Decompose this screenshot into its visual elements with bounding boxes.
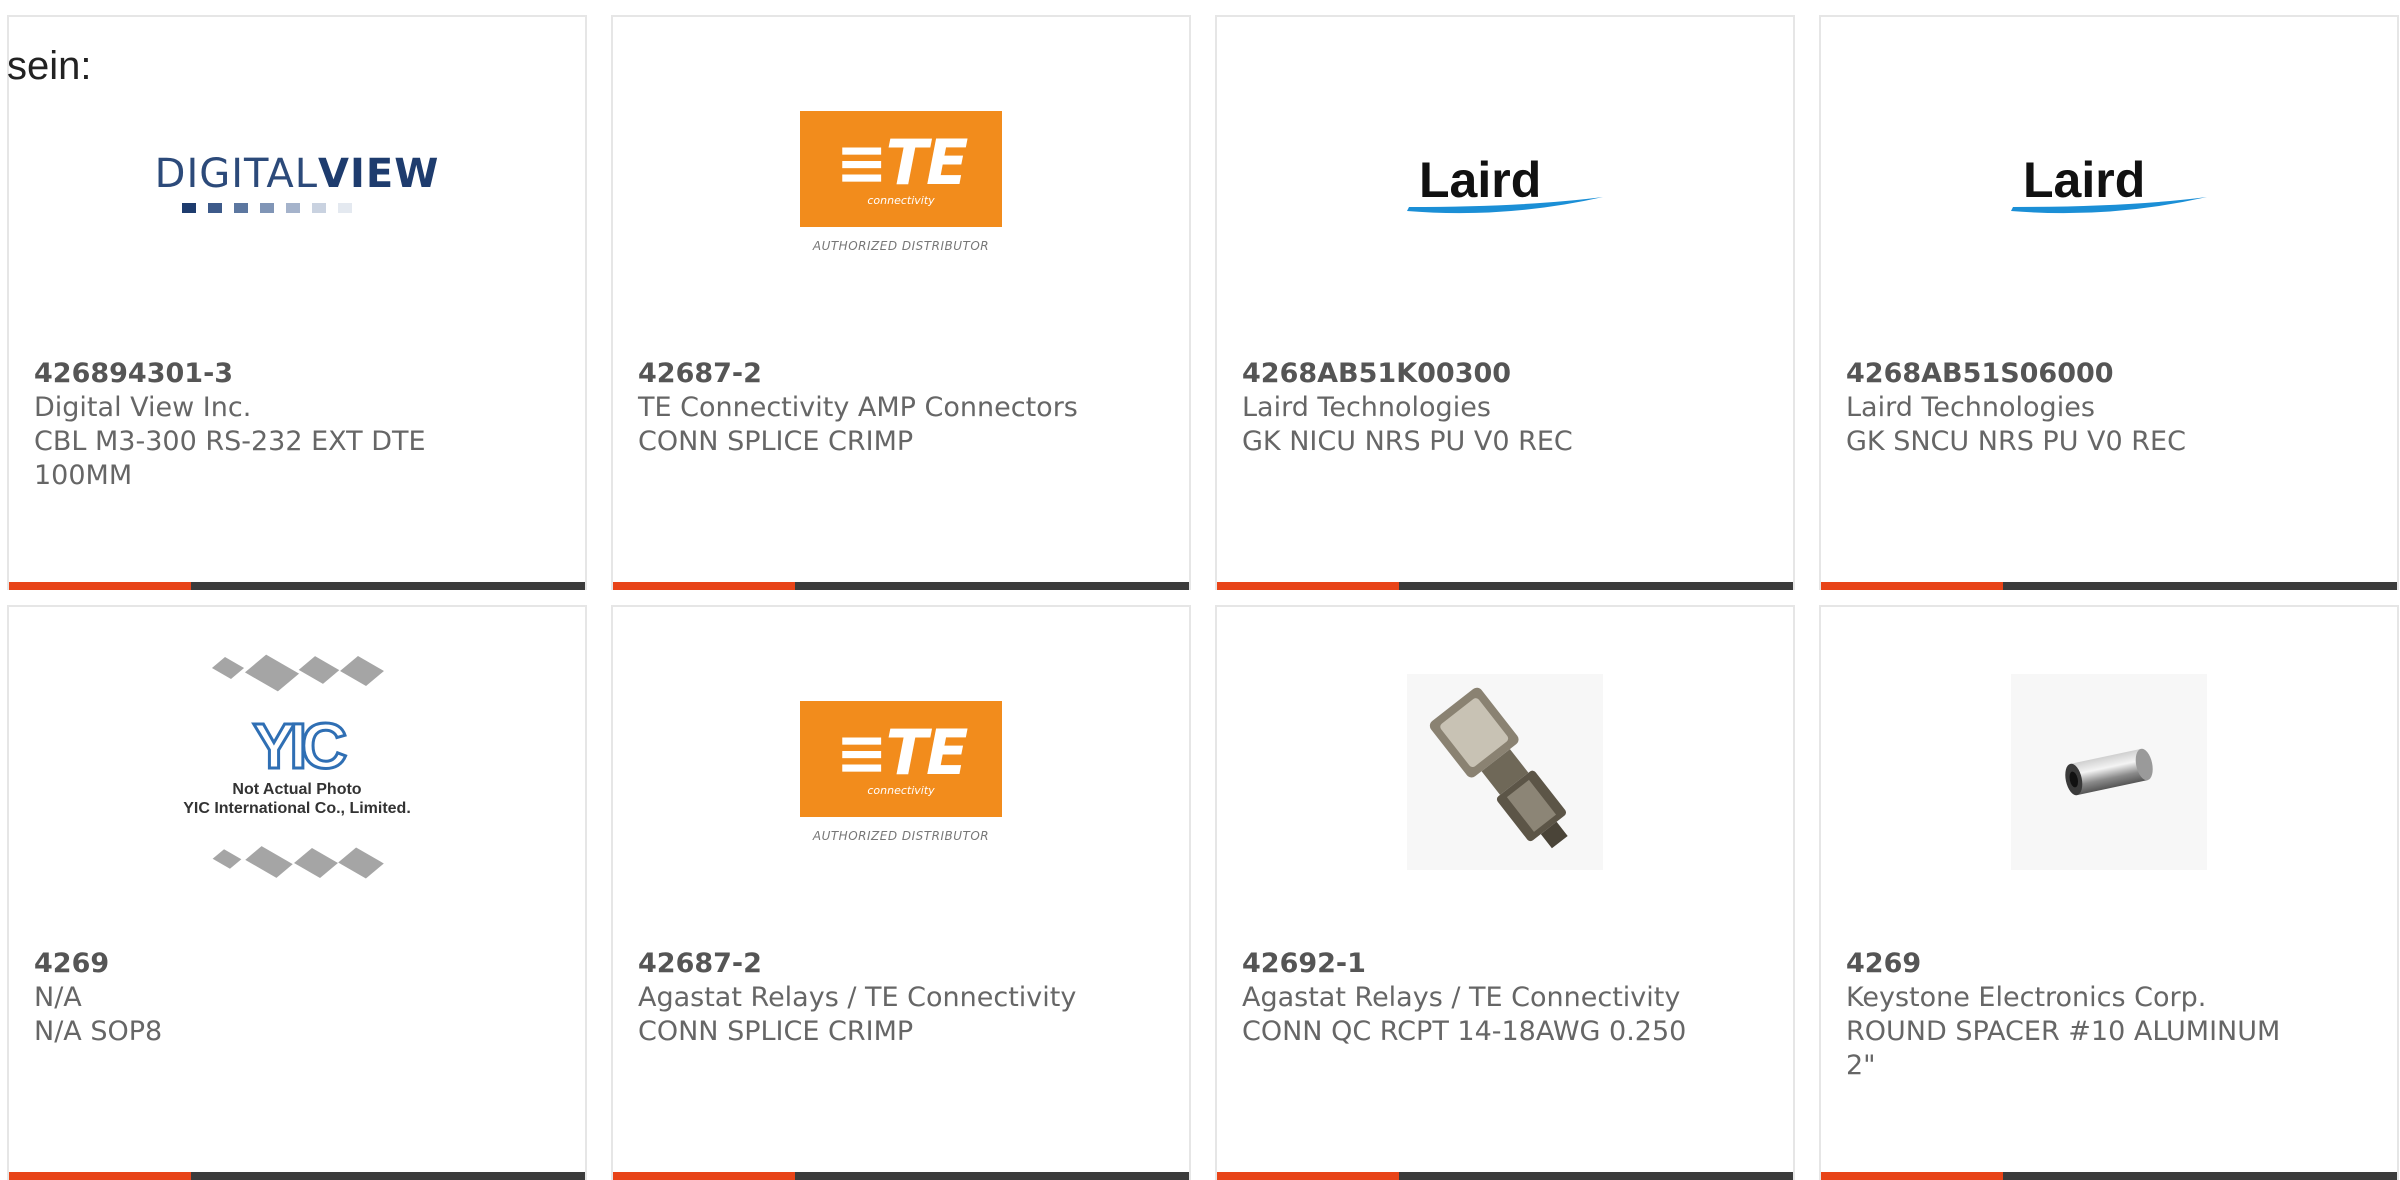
- description: N/A SOP8: [34, 1016, 163, 1047]
- round-spacer-photo: [2011, 674, 2207, 870]
- product-image[interactable]: ≡TE connectivity AUTHORIZED DISTRIBUTOR: [613, 657, 1189, 887]
- manufacturer: TE Connectivity AMP Connectors: [638, 392, 1078, 423]
- part-number[interactable]: 42692-1: [1242, 947, 1712, 981]
- quick-connect-terminal-photo: [1407, 674, 1603, 870]
- description-line2: 2": [1846, 1050, 1876, 1081]
- manufacturer: Agastat Relays / TE Connectivity: [1242, 982, 1681, 1013]
- laird-logo: Laird: [1405, 137, 1605, 227]
- stray-text: sein:: [7, 44, 92, 88]
- card-bottom-bar: [9, 1172, 585, 1180]
- description: GK SNCU NRS PU V0 REC: [1846, 426, 2186, 457]
- manufacturer: Laird Technologies: [1846, 392, 2095, 423]
- card-bottom-bar: [9, 582, 585, 590]
- description: GK NICU NRS PU V0 REC: [1242, 426, 1573, 457]
- card-bottom-bar: [1217, 1172, 1793, 1180]
- card-bottom-bar: [1821, 1172, 2397, 1180]
- manufacturer: Agastat Relays / TE Connectivity: [638, 982, 1077, 1013]
- product-image[interactable]: Laird: [1217, 67, 1793, 297]
- product-card[interactable]: ≡TE connectivity AUTHORIZED DISTRIBUTOR …: [611, 605, 1191, 1180]
- description-line2: 100MM: [34, 460, 133, 491]
- product-card[interactable]: 42692-1 Agastat Relays / TE Connectivity…: [1215, 605, 1795, 1180]
- product-image[interactable]: [1217, 657, 1793, 887]
- yic-logo: YIC: [251, 710, 349, 782]
- manufacturer: N/A: [34, 982, 82, 1013]
- te-connectivity-logo: ≡TE connectivity AUTHORIZED DISTRIBUTOR: [800, 701, 1002, 843]
- product-card[interactable]: DIGITALVIEW 426894301-3 Digital View Inc…: [7, 15, 587, 590]
- product-card[interactable]: 4269 Keystone Electronics Corp. ROUND SP…: [1819, 605, 2399, 1180]
- part-number[interactable]: 4269: [34, 947, 504, 981]
- product-image[interactable]: Laird: [1821, 67, 2397, 297]
- te-connectivity-logo: ≡TE connectivity AUTHORIZED DISTRIBUTOR: [800, 111, 1002, 253]
- product-image[interactable]: [1821, 657, 2397, 887]
- card-bottom-bar: [1821, 582, 2397, 590]
- description: CONN QC RCPT 14-18AWG 0.250: [1242, 1016, 1687, 1047]
- part-number[interactable]: 4268AB51S06000: [1846, 357, 2316, 391]
- card-bottom-bar: [613, 1172, 1189, 1180]
- description: ROUND SPACER #10 ALUMINUM: [1846, 1016, 2281, 1047]
- digital-view-logo: DIGITALVIEW: [155, 151, 440, 213]
- part-number[interactable]: 4268AB51K00300: [1242, 357, 1712, 391]
- description: CONN SPLICE CRIMP: [638, 1016, 914, 1047]
- card-bottom-bar: [1217, 582, 1793, 590]
- manufacturer: Laird Technologies: [1242, 392, 1491, 423]
- product-card[interactable]: YIC Not Actual Photo YIC International C…: [7, 605, 587, 1180]
- description: CBL M3-300 RS-232 EXT DTE: [34, 426, 426, 457]
- product-card[interactable]: ≡TE connectivity AUTHORIZED DISTRIBUTOR …: [611, 15, 1191, 590]
- part-number[interactable]: 42687-2: [638, 357, 1108, 391]
- manufacturer: Keystone Electronics Corp.: [1846, 982, 2207, 1013]
- product-image[interactable]: DIGITALVIEW: [9, 67, 585, 297]
- product-card[interactable]: Laird 4268AB51K00300 Laird Technologies …: [1215, 15, 1795, 590]
- description: CONN SPLICE CRIMP: [638, 426, 914, 457]
- card-bottom-bar: [613, 582, 1189, 590]
- laird-logo: Laird: [2009, 137, 2209, 227]
- product-image[interactable]: ≡TE connectivity AUTHORIZED DISTRIBUTOR: [613, 67, 1189, 297]
- part-number[interactable]: 42687-2: [638, 947, 1108, 981]
- yic-placeholder-image: YIC Not Actual Photo YIC International C…: [157, 652, 437, 892]
- product-grid: DIGITALVIEW 426894301-3 Digital View Inc…: [7, 15, 2399, 1180]
- manufacturer: Digital View Inc.: [34, 392, 252, 423]
- product-card[interactable]: Laird 4268AB51S06000 Laird Technologies …: [1819, 15, 2399, 590]
- part-number[interactable]: 426894301-3: [34, 357, 504, 391]
- part-number[interactable]: 4269: [1846, 947, 2316, 981]
- product-image[interactable]: YIC Not Actual Photo YIC International C…: [9, 654, 585, 887]
